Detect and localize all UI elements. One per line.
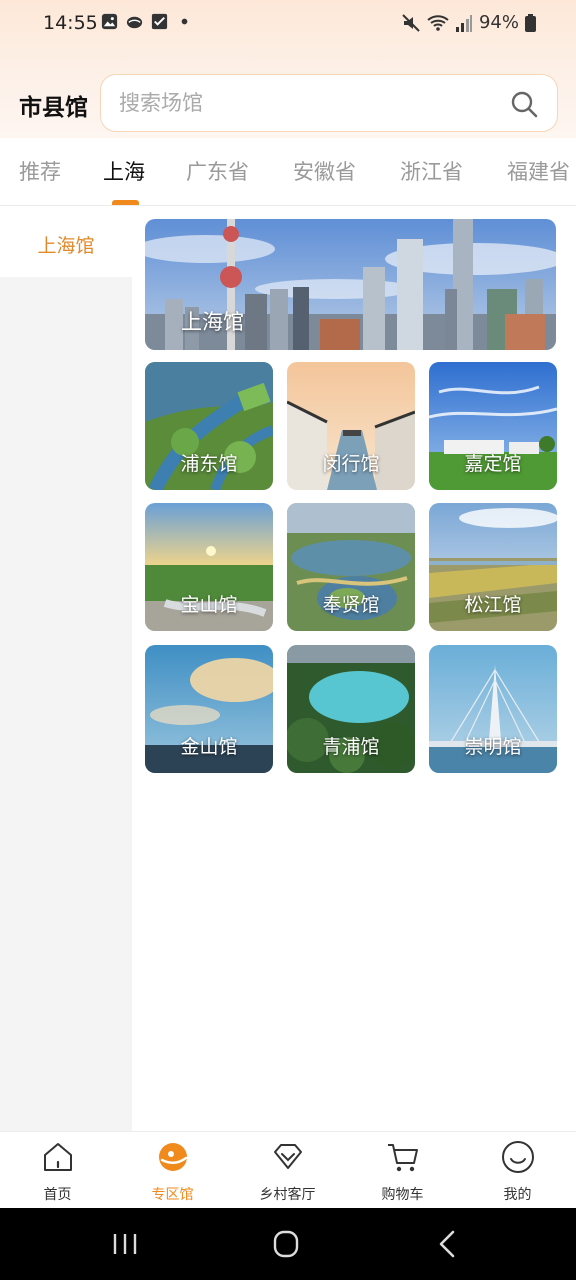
- nav-home[interactable]: 首页: [0, 1140, 115, 1206]
- venue-label: 宝山馆: [180, 594, 238, 616]
- sidebar-item-label: 上海馆: [37, 235, 95, 257]
- sidebar-item-shanghai[interactable]: 上海馆: [0, 207, 132, 277]
- nav-label: 购物车: [381, 1187, 424, 1203]
- venue-card-jinshan[interactable]: 金山馆: [145, 645, 273, 773]
- tab-zhejiang[interactable]: 浙江省: [400, 156, 463, 186]
- nav-cart[interactable]: 购物车: [345, 1140, 460, 1206]
- region-tabs: 推荐 上海 广东省 安徽省 浙江省 福建省: [0, 138, 576, 206]
- nav-label: 专区馆: [151, 1187, 194, 1203]
- venue-label: 上海馆: [181, 310, 244, 334]
- venue-card-minhang[interactable]: 闵行馆: [287, 362, 415, 490]
- venue-label: 青浦馆: [322, 736, 380, 758]
- status-time: 14:55: [43, 12, 98, 34]
- venue-label: 闵行馆: [322, 453, 380, 475]
- venue-card-chongming[interactable]: 崇明馆: [429, 645, 557, 773]
- venue-card-qingpu[interactable]: 青浦馆: [287, 645, 415, 773]
- home-button-icon[interactable]: [266, 1228, 306, 1260]
- header: 市县馆: [0, 74, 576, 132]
- nav-mine[interactable]: 我的: [460, 1140, 575, 1206]
- nav-label: 首页: [43, 1187, 72, 1203]
- bottom-nav: 首页 专区馆 乡村客厅 购物车 我的: [0, 1131, 576, 1208]
- tab-fujian[interactable]: 福建省: [507, 156, 570, 186]
- venue-card-baoshan[interactable]: 宝山馆: [145, 503, 273, 631]
- back-icon[interactable]: [428, 1228, 468, 1260]
- zone-icon: [158, 1143, 187, 1171]
- dot-icon: [181, 18, 188, 25]
- status-bar: 14:55 94%: [0, 0, 576, 48]
- venue-label: 松江馆: [464, 594, 522, 616]
- venue-card-jiading[interactable]: 嘉定馆: [429, 362, 557, 490]
- nav-label: 乡村客厅: [259, 1187, 316, 1203]
- tab-shanghai[interactable]: 上海: [103, 156, 145, 186]
- search-box[interactable]: [100, 74, 558, 132]
- page-title: 市县馆: [19, 95, 88, 121]
- venue-label: 金山馆: [180, 736, 238, 758]
- recent-apps-icon[interactable]: [105, 1228, 145, 1260]
- signal-icon: [455, 14, 472, 32]
- venue-label: 浦东馆: [180, 453, 238, 475]
- tab-recommend[interactable]: 推荐: [19, 156, 61, 186]
- top-header-area: 14:55 94% 市县馆: [0, 0, 576, 138]
- tab-guangdong[interactable]: 广东省: [186, 156, 249, 186]
- venue-card-songjiang[interactable]: 松江馆: [429, 503, 557, 631]
- mute-icon: [402, 13, 420, 32]
- search-input[interactable]: [119, 87, 499, 119]
- gallery-icon: [101, 13, 118, 30]
- featured-venue-card[interactable]: 上海馆: [145, 219, 556, 350]
- venue-label: 崇明馆: [464, 736, 522, 758]
- battery-icon: [525, 13, 536, 32]
- nav-label: 我的: [503, 1187, 532, 1203]
- venue-label: 嘉定馆: [464, 453, 522, 475]
- venue-card-fengxian[interactable]: 奉贤馆: [287, 503, 415, 631]
- wifi-icon: [427, 14, 449, 31]
- venue-card-pudong[interactable]: 浦东馆: [145, 362, 273, 490]
- venue-label: 奉贤馆: [322, 594, 380, 616]
- search-icon[interactable]: [509, 89, 539, 119]
- checkbox-icon: [151, 13, 168, 30]
- smile-icon: [501, 1141, 534, 1173]
- diamond-icon: [273, 1144, 302, 1169]
- cloud-icon: [126, 16, 143, 29]
- sidebar: 上海馆: [0, 207, 132, 1131]
- nav-zone[interactable]: 专区馆: [115, 1140, 230, 1206]
- home-icon: [43, 1143, 72, 1171]
- battery-percent: 94%: [478, 12, 519, 33]
- nav-village-lounge[interactable]: 乡村客厅: [230, 1140, 345, 1206]
- cart-icon: [387, 1144, 418, 1172]
- tab-anhui[interactable]: 安徽省: [293, 156, 356, 186]
- active-tab-indicator: [112, 200, 139, 205]
- system-nav-bar: [0, 1208, 576, 1280]
